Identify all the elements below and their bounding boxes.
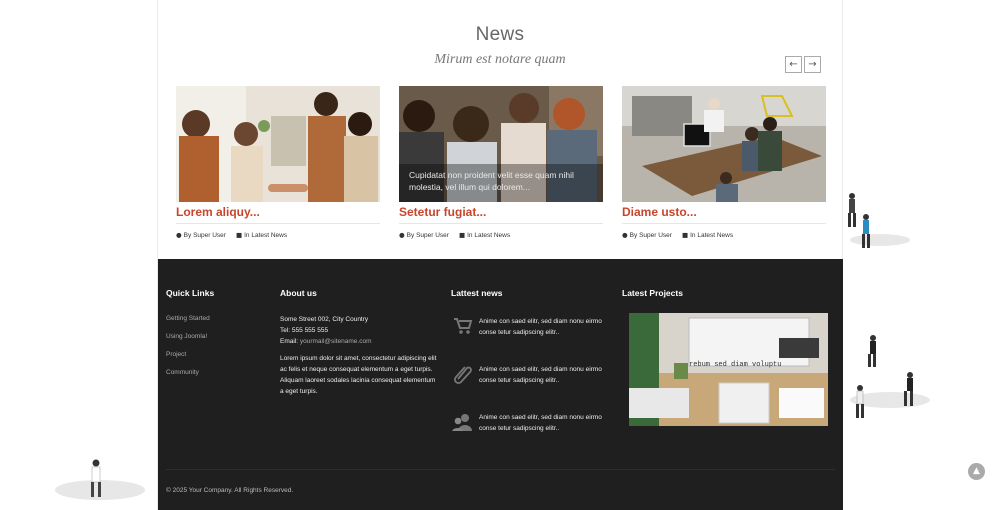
news-card-author[interactable]: By Super User <box>184 232 226 239</box>
chevron-up-icon: ▲ <box>973 466 980 476</box>
latest-news-item[interactable]: Anime con saed elitr, sed diam nonu eirm… <box>452 411 602 441</box>
folder-icon: ■ <box>681 231 689 239</box>
news-card-overlay-text: Cupidatat non proident velit esse quam n… <box>409 170 574 192</box>
news-card-image[interactable] <box>622 86 826 202</box>
prev-button[interactable]: ← <box>785 56 802 73</box>
news-card: Lorem aliquy... ● By Super User ■ In Lates… <box>176 86 380 239</box>
latest-news-item[interactable]: Anime con saed elitr, sed diam nonu eirm… <box>452 315 602 345</box>
quick-link-using-joomla[interactable]: Using Joomla! <box>166 333 207 340</box>
news-card: Cupidatat non proident velit esse quam n… <box>399 86 603 239</box>
about-heading: About us <box>280 288 317 298</box>
quick-link-project[interactable]: Project <box>166 351 186 358</box>
latest-projects-heading: Latest Projects <box>622 288 683 298</box>
folder-icon: ■ <box>235 231 243 239</box>
news-card-author[interactable]: By Super User <box>407 232 449 239</box>
news-card: Diame usto... ● By Super User ■ In Latest … <box>622 86 826 239</box>
project-image[interactable]: rebum sed diam voluptu <box>629 313 828 426</box>
latest-news-text: Anime con saed elitr, sed diam nonu eirm… <box>479 366 602 384</box>
main-container: News Mirum est notare quam ← → Lorem ali… <box>157 0 843 510</box>
news-card-category[interactable]: In Latest News <box>690 232 733 239</box>
quick-link-getting-started[interactable]: Getting Started <box>166 315 210 322</box>
about-email-link[interactable]: yourmail@sitename.com <box>300 338 372 345</box>
news-card-meta: ● By Super User ■ In Latest News <box>176 231 380 239</box>
page: News Mirum est notare quam ← → Lorem ali… <box>0 0 1000 510</box>
news-card-title[interactable]: Diame usto... <box>622 205 826 224</box>
footer-divider <box>166 469 835 470</box>
news-card-image[interactable] <box>176 86 380 202</box>
paperclip-icon <box>452 363 474 385</box>
latest-news-text: Anime con saed elitr, sed diam nonu eirm… <box>479 414 602 432</box>
arrow-left-icon: ← <box>789 59 798 70</box>
quick-link-community[interactable]: Community <box>166 369 199 376</box>
news-card-category[interactable]: In Latest News <box>244 232 287 239</box>
news-card-title[interactable]: Setetur fugiat... <box>399 205 603 224</box>
news-card-meta: ● By Super User ■ In Latest News <box>399 231 603 239</box>
user-icon: ● <box>176 231 182 239</box>
news-heading: News <box>475 24 525 45</box>
folder-icon: ■ <box>458 231 466 239</box>
latest-news-heading: Lattest news <box>451 288 503 298</box>
arrow-right-icon: → <box>808 59 817 70</box>
user-icon: ● <box>399 231 405 239</box>
about-tel: Tel: 555 555 555 <box>280 327 329 334</box>
news-card-meta: ● By Super User ■ In Latest News <box>622 231 826 239</box>
shopping-cart-icon <box>452 315 474 337</box>
about-section: Some Street 002, City Country Tel: 555 5… <box>280 314 440 403</box>
quick-links-heading: Quick Links <box>166 288 215 298</box>
about-text: Lorem ipsum dolor sit amet, consectetur … <box>280 355 437 395</box>
next-button[interactable]: → <box>804 56 821 73</box>
news-card-author[interactable]: By Super User <box>630 232 672 239</box>
latest-news-item[interactable]: Anime con saed elitr, sed diam nonu eirm… <box>452 363 602 393</box>
news-subtitle: Mirum est notare quam <box>434 52 566 67</box>
latest-news-text: Anime con saed elitr, sed diam nonu eirm… <box>479 318 602 336</box>
back-to-top-button[interactable]: ▲ <box>968 463 985 480</box>
news-card-title[interactable]: Lorem aliquy... <box>176 205 380 224</box>
about-address: Some Street 002, City Country <box>280 316 369 323</box>
user-icon: ● <box>622 231 628 239</box>
users-icon <box>452 411 474 433</box>
project-caption: rebum sed diam voluptu <box>689 361 782 369</box>
news-card-image[interactable]: Cupidatat non proident velit esse quam n… <box>399 86 603 202</box>
copyright: © 2025 Your Company. All Rights Reserved… <box>166 487 294 494</box>
about-email-label: Email: <box>280 338 299 345</box>
footer: Quick Links Getting Started Using Joomla… <box>158 259 843 510</box>
news-card-category[interactable]: In Latest News <box>467 232 510 239</box>
